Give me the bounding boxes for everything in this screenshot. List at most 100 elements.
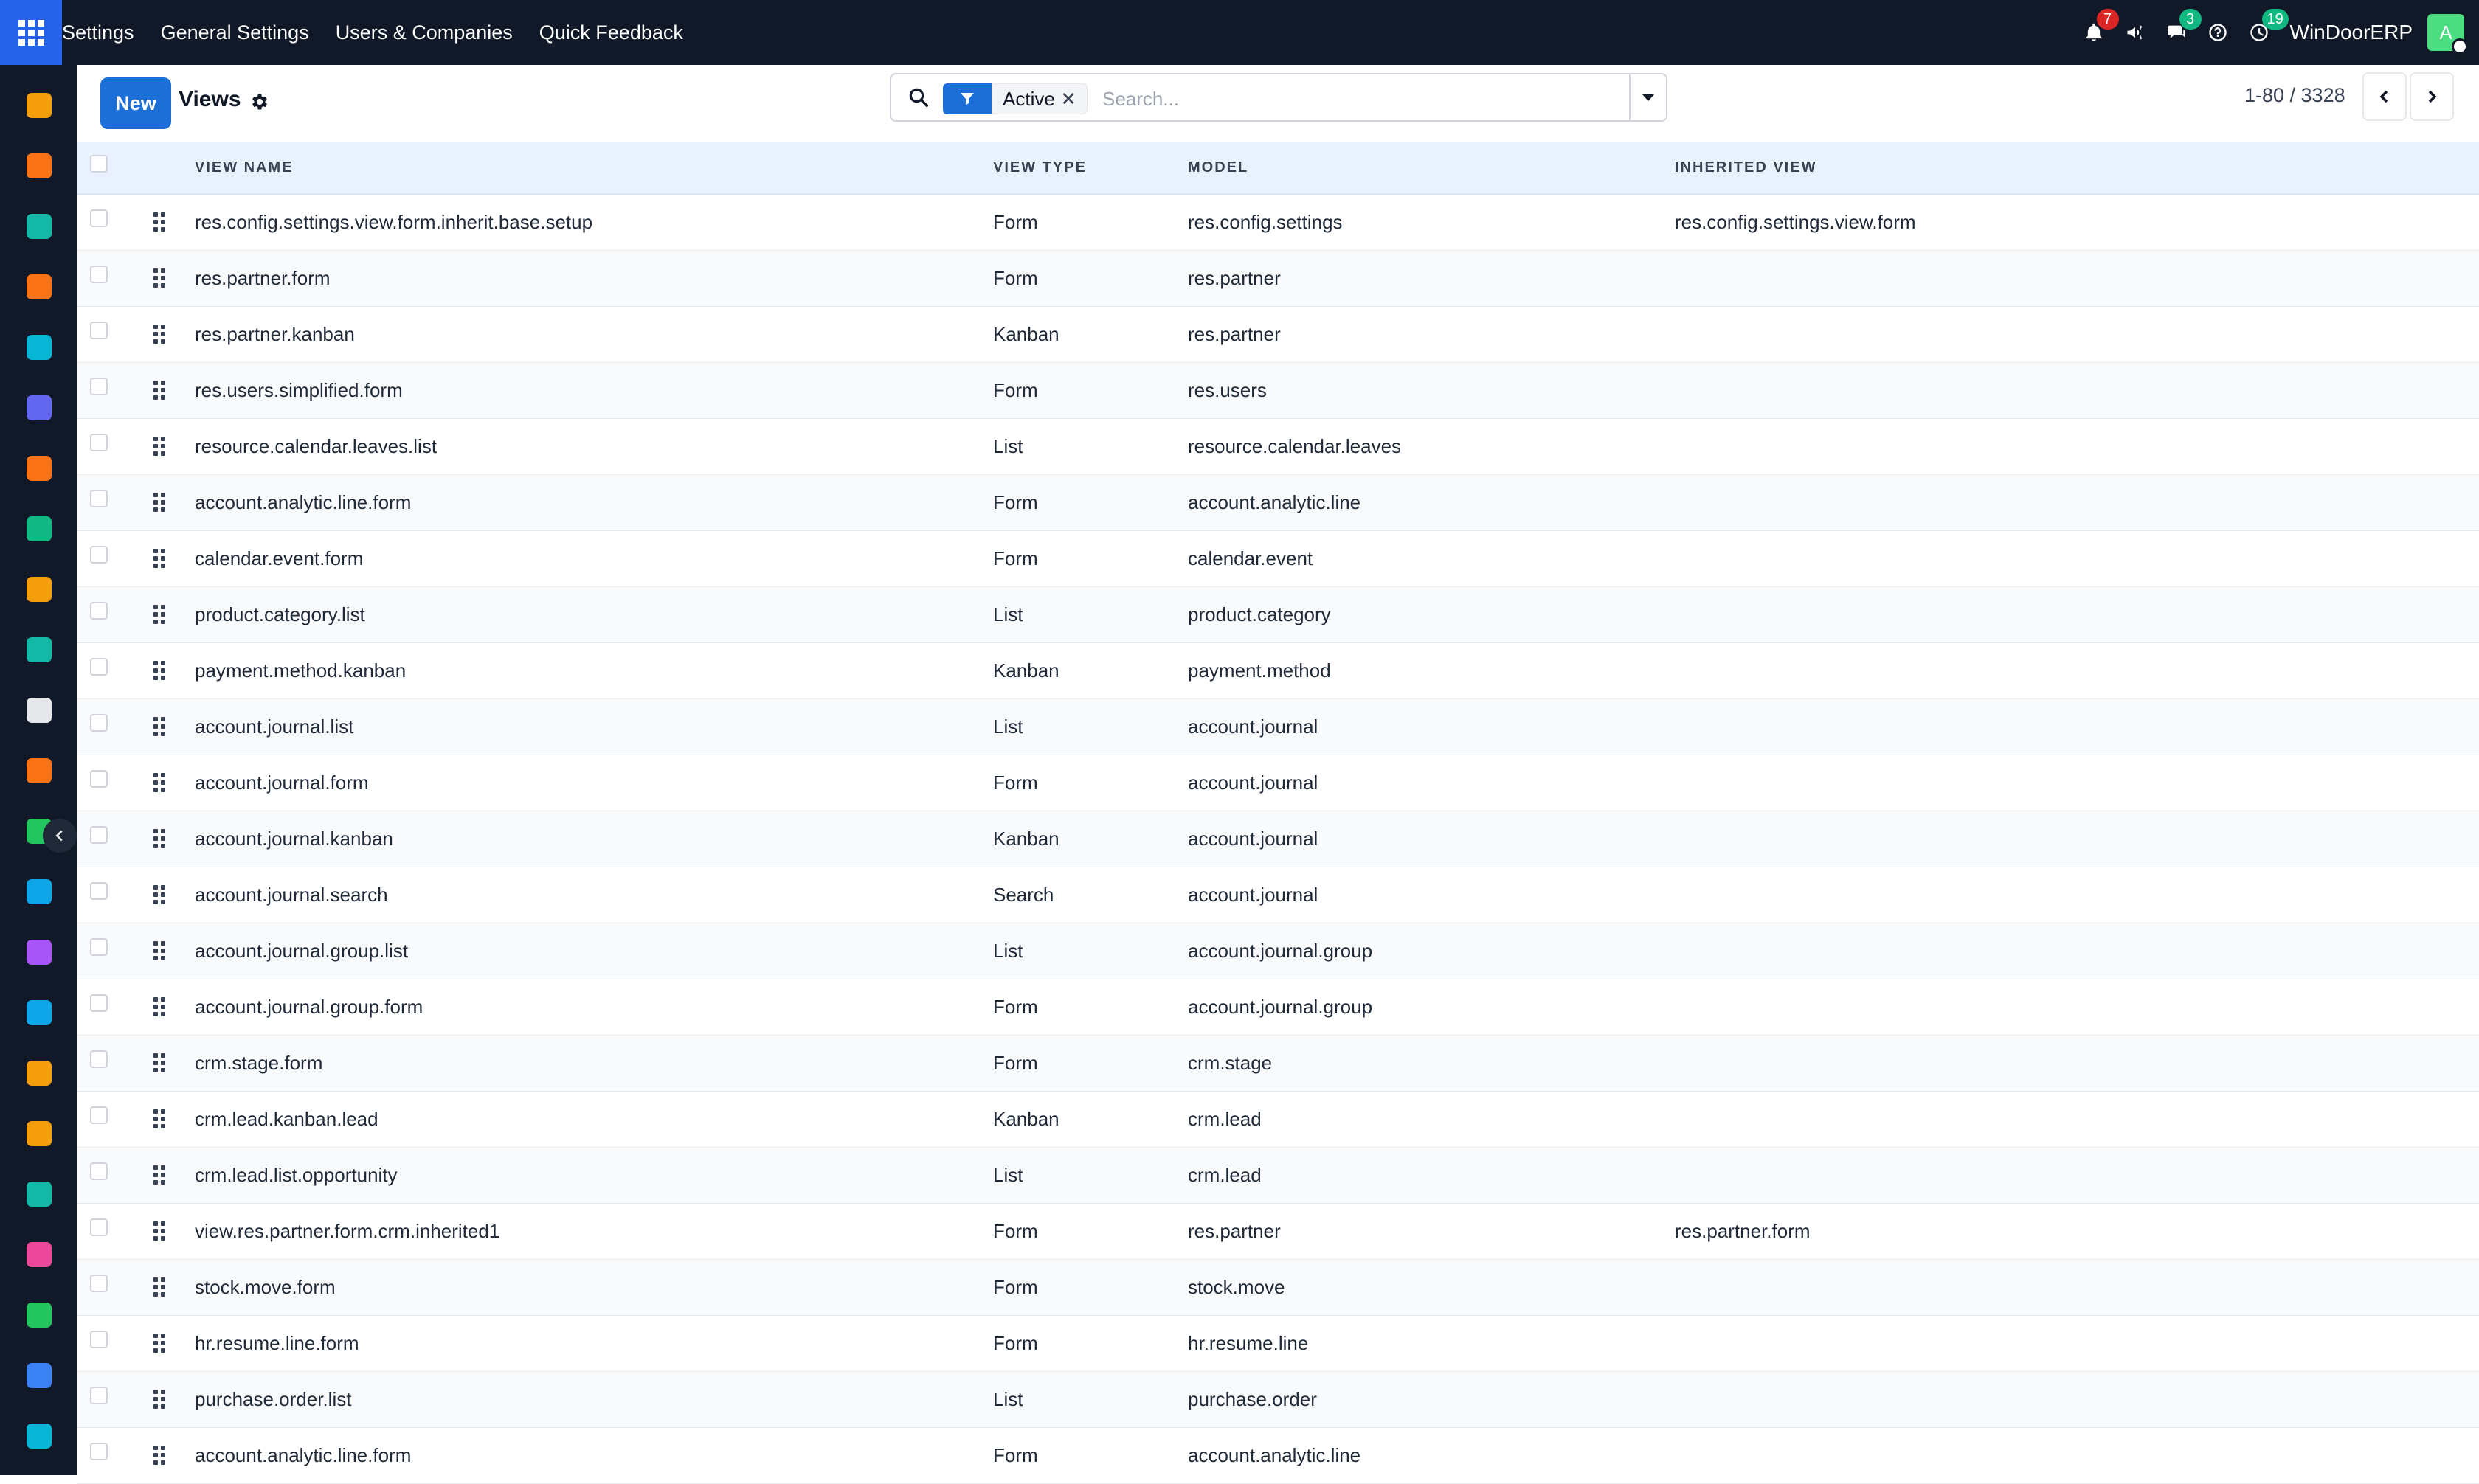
table-row[interactable]: account.journal.group.form Form account.jo…	[77, 979, 2479, 1036]
table-row[interactable]: stock.move.form Form stock.move	[77, 1260, 2479, 1316]
calendar-icon[interactable]	[27, 1121, 52, 1146]
select-all-checkbox[interactable]	[90, 155, 108, 173]
announcements-button[interactable]	[2115, 0, 2156, 65]
table-row[interactable]: res.partner.kanban Kanban res.partner	[77, 307, 2479, 363]
drag-handle-icon[interactable]	[153, 773, 165, 794]
mail-icon[interactable]	[27, 395, 52, 420]
invoicing-icon[interactable]	[27, 1000, 52, 1025]
table-row[interactable]: purchase.order.list List purchase.order	[77, 1372, 2479, 1428]
table-row[interactable]: account.analytic.line.form Form account.an…	[77, 1428, 2479, 1484]
row-checkbox[interactable]	[90, 1443, 108, 1460]
row-checkbox[interactable]	[90, 882, 108, 900]
table-row[interactable]: payment.method.kanban Kanban payment.metho…	[77, 643, 2479, 699]
table-row[interactable]: account.journal.kanban Kanban account.jour…	[77, 811, 2479, 867]
notifications-button[interactable]: 7	[2073, 0, 2119, 65]
column-header-inherited-view[interactable]: Inherited View	[1675, 159, 1816, 176]
company-switcher[interactable]: WinDoorERP	[2290, 21, 2413, 44]
table-row[interactable]: crm.stage.form Form crm.stage	[77, 1036, 2479, 1092]
elearning-icon[interactable]	[27, 879, 52, 904]
row-checkbox[interactable]	[90, 490, 108, 507]
drag-handle-icon[interactable]	[153, 1390, 165, 1410]
row-checkbox[interactable]	[90, 938, 108, 956]
drag-handle-icon[interactable]	[153, 1334, 165, 1354]
row-checkbox[interactable]	[90, 1218, 108, 1236]
table-row[interactable]: account.journal.search Search account.jour…	[77, 867, 2479, 923]
table-row[interactable]: resource.calendar.leaves.list List resourc…	[77, 419, 2479, 475]
row-checkbox[interactable]	[90, 658, 108, 676]
row-checkbox[interactable]	[90, 826, 108, 844]
row-checkbox[interactable]	[90, 1106, 108, 1124]
search-icon[interactable]	[907, 86, 930, 108]
column-header-model[interactable]: Model	[1188, 159, 1248, 176]
team-icon[interactable]	[27, 1061, 52, 1086]
knowledge-icon[interactable]	[27, 153, 52, 178]
facet-remove-icon[interactable]: ✕	[1060, 84, 1076, 114]
drag-handle-icon[interactable]	[153, 212, 165, 233]
pager-value[interactable]: 1-80 / 3328	[2244, 84, 2345, 107]
drag-handle-icon[interactable]	[153, 268, 165, 289]
drag-handle-icon[interactable]	[153, 829, 165, 850]
dashboards-icon[interactable]	[27, 93, 52, 118]
row-checkbox[interactable]	[90, 994, 108, 1012]
pager-next-button[interactable]	[2410, 72, 2454, 121]
user-avatar[interactable]: A	[2427, 14, 2468, 55]
search-options-toggle[interactable]	[1629, 74, 1666, 120]
sign-icon[interactable]	[27, 1182, 52, 1207]
drag-handle-icon[interactable]	[153, 1053, 165, 1074]
inventory-icon[interactable]	[27, 516, 52, 541]
table-row[interactable]: view.res.partner.form.crm.inherited1 Form…	[77, 1204, 2479, 1260]
apps-icon[interactable]	[27, 1242, 52, 1267]
employees-icon[interactable]	[27, 637, 52, 662]
help-button[interactable]	[2197, 0, 2238, 65]
activities-button[interactable]: 19	[2238, 0, 2289, 65]
drag-handle-icon[interactable]	[153, 941, 165, 962]
drag-handle-icon[interactable]	[153, 381, 165, 401]
new-button[interactable]: New	[100, 77, 171, 129]
nav-quick-feedback[interactable]: Quick Feedback	[539, 21, 683, 44]
drag-handle-icon[interactable]	[153, 605, 165, 625]
sidebar-collapse-button[interactable]	[43, 819, 77, 853]
table-row[interactable]: account.journal.list List account.journal	[77, 699, 2479, 755]
table-row[interactable]: account.analytic.line.form Form account.an…	[77, 475, 2479, 531]
contacts-icon[interactable]	[27, 214, 52, 239]
column-header-view-type[interactable]: View Type	[993, 159, 1087, 176]
drag-handle-icon[interactable]	[153, 885, 165, 906]
row-checkbox[interactable]	[90, 1387, 108, 1404]
table-row[interactable]: hr.resume.line.form Form hr.resume.line	[77, 1316, 2479, 1372]
livechat-icon[interactable]	[27, 456, 52, 481]
drag-handle-icon[interactable]	[153, 437, 165, 457]
drag-handle-icon[interactable]	[153, 1221, 165, 1242]
row-checkbox[interactable]	[90, 378, 108, 395]
app-menu-button[interactable]	[0, 0, 62, 65]
messages-button[interactable]: 3	[2156, 0, 2202, 65]
whatsapp-icon[interactable]	[27, 1303, 52, 1328]
row-checkbox[interactable]	[90, 1162, 108, 1180]
drag-handle-icon[interactable]	[153, 997, 165, 1018]
row-checkbox[interactable]	[90, 322, 108, 339]
planning-icon-2[interactable]	[27, 1424, 52, 1449]
planning-icon[interactable]	[27, 335, 52, 360]
table-row[interactable]: product.category.list List product.categor…	[77, 587, 2479, 643]
table-row[interactable]: res.users.simplified.form Form res.users	[77, 363, 2479, 419]
reporting-icon[interactable]	[27, 577, 52, 602]
row-checkbox[interactable]	[90, 434, 108, 451]
gear-icon[interactable]	[249, 91, 270, 112]
table-row[interactable]: account.journal.form Form account.journal	[77, 755, 2479, 811]
nav-general-settings[interactable]: General Settings	[161, 21, 309, 44]
repair-icon[interactable]	[27, 940, 52, 965]
row-checkbox[interactable]	[90, 1275, 108, 1292]
drag-handle-icon[interactable]	[153, 549, 165, 569]
table-row[interactable]: crm.lead.kanban.lead Kanban crm.lead	[77, 1092, 2479, 1148]
column-header-view-name[interactable]: View Name	[195, 159, 294, 176]
drag-handle-icon[interactable]	[153, 1165, 165, 1186]
timer-icon[interactable]	[27, 1363, 52, 1388]
drag-handle-icon[interactable]	[153, 1446, 165, 1466]
search-input[interactable]	[1102, 83, 1604, 114]
discuss-icon[interactable]	[27, 274, 52, 299]
drag-handle-icon[interactable]	[153, 717, 165, 738]
knowledge-icon-2[interactable]	[27, 758, 52, 783]
row-checkbox[interactable]	[90, 1050, 108, 1068]
drag-handle-icon[interactable]	[153, 1277, 165, 1298]
nav-settings[interactable]: Settings	[62, 21, 134, 44]
table-row[interactable]: res.config.settings.view.form.inherit.ba…	[77, 195, 2479, 251]
